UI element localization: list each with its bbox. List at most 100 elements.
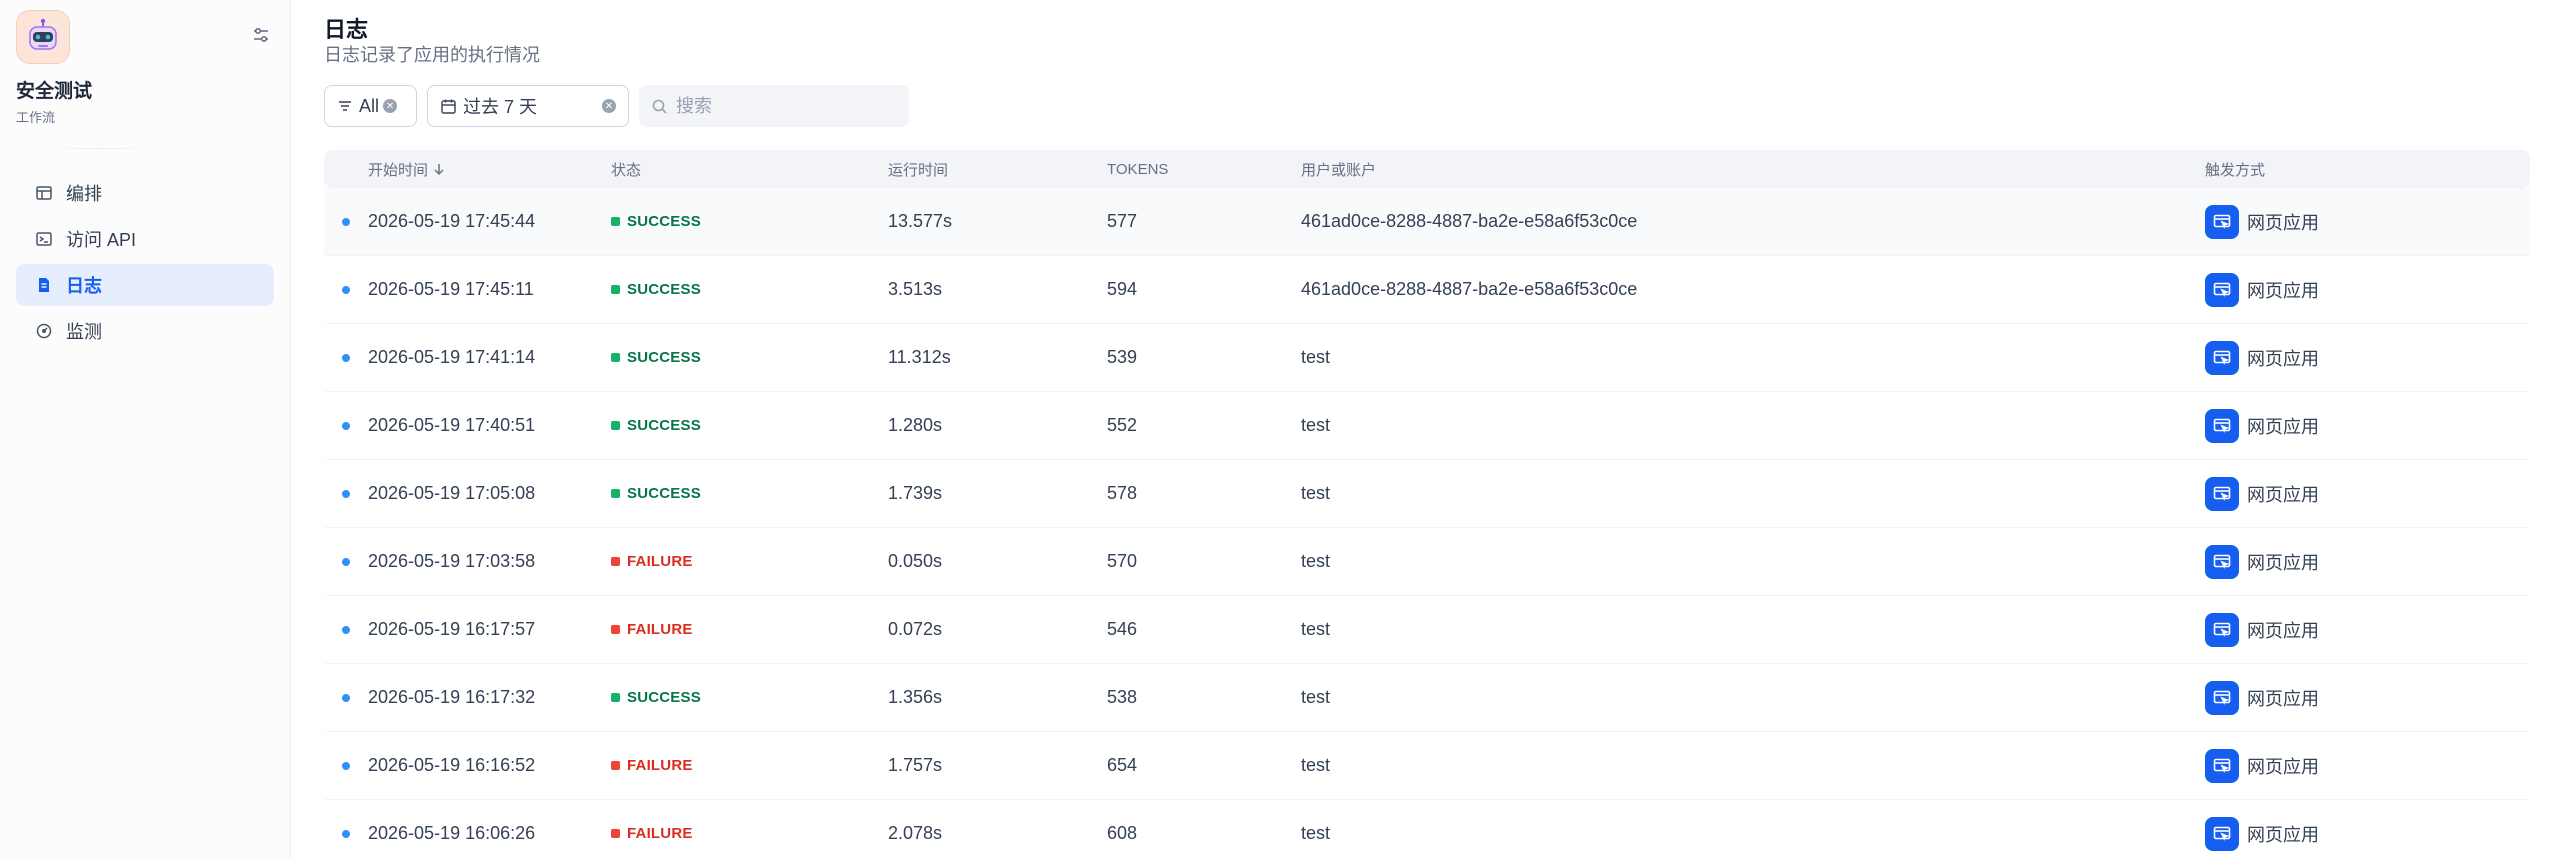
cell-start-time: 2026-05-19 16:16:52	[368, 755, 536, 775]
app-name: 安全测试	[16, 81, 93, 102]
unread-dot	[342, 421, 350, 430]
cell-tokens: 538	[1107, 687, 1138, 707]
unread-dot	[342, 557, 350, 566]
cell-user: 461ad0ce-8288-4887-ba2e-e58a6f53c0ce	[1301, 211, 1638, 231]
cell-start-time: 2026-05-19 16:17:57	[368, 619, 536, 639]
web-app-icon	[2205, 204, 2239, 239]
robot-icon	[16, 10, 70, 64]
cell-tokens: 539	[1107, 347, 1138, 367]
sidebar-item-orchestrate[interactable]: 编排	[16, 172, 274, 214]
header-tokens: TOKENS	[1107, 160, 1169, 178]
cell-run-time: 13.577s	[888, 211, 953, 231]
table-row[interactable]: 2026-05-19 16:17:57 FAILURE 0.072s 546 t…	[324, 596, 2530, 664]
web-app-icon	[2205, 748, 2239, 783]
app-header: 安全测试 工作流	[16, 0, 274, 140]
cell-run-time: 1.757s	[888, 755, 943, 775]
page-title: 日志	[324, 17, 369, 42]
unread-dot	[342, 693, 350, 702]
cell-start-time: 2026-05-19 17:05:08	[368, 483, 536, 503]
table-row[interactable]: 2026-05-19 17:05:08 SUCCESS 1.739s 578 t…	[324, 460, 2530, 528]
sidebar-item-label: 编排	[66, 184, 102, 204]
layout-icon	[34, 183, 54, 203]
web-app-icon	[2205, 544, 2239, 579]
app-type: 工作流	[16, 110, 56, 125]
table-row[interactable]: 2026-05-19 17:45:11 SUCCESS 3.513s 594 4…	[324, 256, 2530, 324]
logs-table: 开始时间 状态 运行时间 TOKENS 用户或账户 触发方式 2026-05-1…	[324, 150, 2530, 858]
sidebar-item-monitor[interactable]: 监测	[16, 310, 274, 352]
cell-start-time: 2026-05-19 17:45:44	[368, 211, 536, 231]
table-row[interactable]: 2026-05-19 16:17:32 SUCCESS 1.356s 538 t…	[324, 664, 2530, 732]
cell-trigger: 网页应用	[2205, 204, 2530, 239]
file-list-icon	[34, 275, 54, 295]
cell-tokens: 608	[1107, 823, 1138, 843]
filter-icon	[337, 98, 353, 114]
cell-tokens: 578	[1107, 483, 1138, 503]
web-app-icon	[2205, 816, 2239, 851]
clear-icon[interactable]: ✕	[602, 99, 616, 113]
terminal-icon	[34, 229, 54, 249]
search-input[interactable]	[676, 95, 886, 117]
cell-run-time: 0.072s	[888, 619, 943, 639]
cell-run-time: 3.513s	[888, 279, 943, 299]
cell-start-time: 2026-05-19 17:03:58	[368, 551, 536, 571]
sidebar-item-label: 日志	[66, 276, 102, 296]
status-badge: FAILURE	[611, 621, 888, 638]
cell-tokens: 594	[1107, 279, 1138, 299]
sidebar-item-label: 监测	[66, 322, 102, 342]
cell-start-time: 2026-05-19 17:40:51	[368, 415, 536, 435]
cell-trigger: 网页应用	[2205, 816, 2530, 851]
status-badge: SUCCESS	[611, 213, 888, 230]
cell-run-time: 1.739s	[888, 483, 943, 503]
cell-tokens: 570	[1107, 551, 1138, 571]
web-app-icon	[2205, 272, 2239, 307]
cell-user: test	[1301, 347, 1331, 367]
table-body: 2026-05-19 17:45:44 SUCCESS 13.577s 577 …	[324, 188, 2530, 858]
header-status: 状态	[611, 161, 642, 179]
period-filter-value: 过去 7 天	[463, 97, 538, 117]
cell-trigger: 网页应用	[2205, 272, 2530, 307]
status-filter-value: All	[359, 95, 380, 116]
filter-bar: All ✕ 过去 7 天 ✕	[324, 85, 909, 127]
cell-trigger: 网页应用	[2205, 612, 2530, 647]
unread-dot	[342, 217, 350, 226]
cell-run-time: 1.280s	[888, 415, 943, 435]
status-badge: SUCCESS	[611, 281, 888, 298]
app-shell: 安全测试 工作流 编排 访问 API 日志 监测 日志 日志记录了应用的执行情况…	[0, 0, 2560, 858]
web-app-icon	[2205, 612, 2239, 647]
cell-trigger: 网页应用	[2205, 748, 2530, 783]
table-row[interactable]: 2026-05-19 17:45:44 SUCCESS 13.577s 577 …	[324, 188, 2530, 256]
table-row[interactable]: 2026-05-19 16:06:26 FAILURE 2.078s 608 t…	[324, 800, 2530, 858]
period-filter[interactable]: 过去 7 天 ✕	[427, 85, 629, 127]
header-user: 用户或账户	[1301, 161, 1377, 179]
arrow-down-icon	[432, 162, 446, 176]
cell-run-time: 2.078s	[888, 823, 943, 843]
table-row[interactable]: 2026-05-19 17:03:58 FAILURE 0.050s 570 t…	[324, 528, 2530, 596]
main-content: 日志 日志记录了应用的执行情况 All ✕ 过去 7 天 ✕ 搜索 开始时间 状…	[291, 0, 2560, 858]
status-filter[interactable]: All ✕	[324, 85, 417, 127]
cell-user: test	[1301, 415, 1331, 435]
header-run-time: 运行时间	[888, 161, 949, 179]
cell-tokens: 577	[1107, 211, 1138, 231]
web-app-icon	[2205, 476, 2239, 511]
sidebar: 安全测试 工作流 编排 访问 API 日志 监测	[0, 0, 291, 858]
cell-run-time: 0.050s	[888, 551, 943, 571]
cell-trigger: 网页应用	[2205, 408, 2530, 443]
table-row[interactable]: 2026-05-19 17:40:51 SUCCESS 1.280s 552 t…	[324, 392, 2530, 460]
table-row[interactable]: 2026-05-19 16:16:52 FAILURE 1.757s 654 t…	[324, 732, 2530, 800]
status-badge: FAILURE	[611, 825, 888, 842]
sidebar-item-logs[interactable]: 日志	[16, 264, 274, 306]
cell-trigger: 网页应用	[2205, 476, 2530, 511]
table-row[interactable]: 2026-05-19 17:41:14 SUCCESS 11.312s 539 …	[324, 324, 2530, 392]
header-start-time[interactable]: 开始时间	[368, 159, 611, 180]
cell-tokens: 654	[1107, 755, 1138, 775]
sidebar-item-api[interactable]: 访问 API	[16, 218, 274, 260]
web-app-icon	[2205, 680, 2239, 715]
unread-dot	[342, 353, 350, 362]
search-box	[639, 85, 909, 127]
cell-user: test	[1301, 619, 1331, 639]
settings-sliders-icon[interactable]	[248, 22, 274, 48]
web-app-icon	[2205, 340, 2239, 375]
web-app-icon	[2205, 408, 2239, 443]
clear-icon[interactable]: ✕	[383, 99, 398, 113]
cell-tokens: 546	[1107, 619, 1138, 639]
